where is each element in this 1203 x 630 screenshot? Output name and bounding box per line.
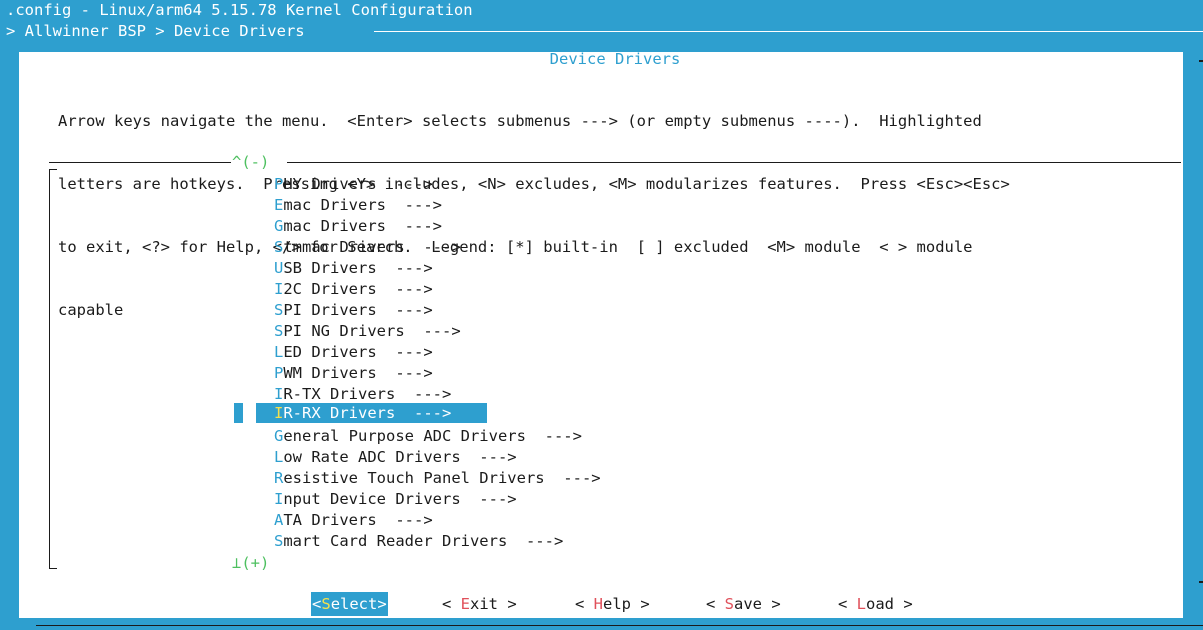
menu-item-hotkey: R	[274, 469, 284, 487]
menu-item-label: mac Drivers --->	[283, 217, 442, 235]
menu-item-stmmac-drivers[interactable]: Stmmac Drivers --->	[274, 237, 461, 258]
menu-item-pwm-drivers[interactable]: PWM Drivers --->	[274, 363, 433, 384]
menu-item-label: SB Drivers --->	[283, 259, 433, 277]
menu-item-label: eneral Purpose ADC Drivers --->	[283, 427, 582, 445]
button-bracket: <	[575, 595, 594, 613]
dialog-edge-mark	[1199, 60, 1203, 62]
menu-item-label: PI Drivers --->	[283, 301, 433, 319]
menu-item-label: nput Device Drivers --->	[283, 490, 517, 508]
menu-item-ir-rx-drivers[interactable]: IR-RX Drivers --->	[274, 403, 451, 424]
button-bracket: <	[312, 595, 322, 613]
menu-item-label: ED Drivers --->	[283, 343, 433, 361]
menu-item-hotkey: I	[274, 280, 284, 298]
scroll-up-indicator: ^(-)	[232, 153, 270, 171]
menu-item-hotkey: L	[274, 343, 284, 361]
save-button[interactable]: < Save >	[706, 592, 781, 616]
menu-item-usb-drivers[interactable]: USB Drivers --->	[274, 258, 433, 279]
menu-item-hotkey: L	[274, 448, 284, 466]
menu-item-low-rate-adc-drivers[interactable]: Low Rate ADC Drivers --->	[274, 447, 517, 468]
menu-item-label: mart Card Reader Drivers --->	[283, 532, 564, 550]
menu-item-label: PI NG Drivers --->	[283, 322, 461, 340]
button-bracket: <	[706, 595, 725, 613]
button-bracket: >	[894, 595, 913, 613]
menu-item-ir-tx-drivers[interactable]: IR-TX Drivers --->	[274, 384, 451, 405]
menu-item-smart-card-reader-drivers[interactable]: Smart Card Reader Drivers --->	[274, 531, 563, 552]
menu-item-hotkey: P	[274, 364, 284, 382]
box-border	[49, 169, 57, 170]
menu-item-label: 2C Drivers --->	[283, 280, 433, 298]
button-label: xit	[470, 595, 499, 613]
menu-item-hotkey: S	[274, 301, 284, 319]
menu-item-ata-drivers[interactable]: ATA Drivers --->	[274, 510, 433, 531]
menu-item-phy-drivers[interactable]: PHY Drivers --->	[274, 174, 433, 195]
menu-item-hotkey: S	[274, 322, 284, 340]
button-bracket: >	[631, 595, 650, 613]
button-hotkey: H	[593, 595, 604, 613]
scroll-down-indicator: ⊥(+)	[232, 554, 270, 572]
menu-item-hotkey: I	[274, 404, 284, 422]
button-hotkey: S	[724, 595, 735, 613]
select-button[interactable]: <Select>	[311, 592, 388, 616]
help-button[interactable]: < Help >	[575, 592, 650, 616]
menu-item-input-device-drivers[interactable]: Input Device Drivers --->	[274, 489, 517, 510]
button-label: ave	[734, 595, 763, 613]
menu-item-label: ow Rate ADC Drivers --->	[283, 448, 517, 466]
box-border	[49, 568, 57, 569]
box-border	[49, 162, 231, 163]
box-border	[49, 169, 50, 569]
load-button[interactable]: < Load >	[838, 592, 913, 616]
button-bracket: >	[498, 595, 517, 613]
menu-item-led-drivers[interactable]: LED Drivers --->	[274, 342, 433, 363]
button-label: oad	[866, 595, 895, 613]
exit-button[interactable]: < Exit >	[442, 592, 517, 616]
menu-item-hotkey: E	[274, 196, 284, 214]
menu-item-label: HY Drivers --->	[283, 175, 433, 193]
menu-item-hotkey: S	[274, 238, 284, 256]
menu-item-i2c-drivers[interactable]: I2C Drivers --->	[274, 279, 433, 300]
menu-item-hotkey: S	[274, 532, 284, 550]
dialog-title: Device Drivers	[549, 50, 681, 68]
button-hotkey: L	[856, 595, 867, 613]
menu-item-gmac-drivers[interactable]: Gmac Drivers --->	[274, 216, 442, 237]
selection-cursor	[234, 403, 243, 423]
menu-item-resistive-touch-panel-drivers[interactable]: Resistive Touch Panel Drivers --->	[274, 468, 601, 489]
menu-list-box: ^(-) ⊥(+)	[47, 153, 1181, 572]
menu-item-spi-drivers[interactable]: SPI Drivers --->	[274, 300, 433, 321]
menu-item-label: TA Drivers --->	[283, 511, 433, 529]
menu-item-spi-ng-drivers[interactable]: SPI NG Drivers --->	[274, 321, 461, 342]
menu-item-label: tmmac Drivers --->	[283, 238, 461, 256]
button-bracket: >	[762, 595, 781, 613]
menu-item-hotkey: G	[274, 217, 284, 235]
selection-cursor-gap	[244, 403, 252, 423]
menu-item-hotkey: I	[274, 385, 284, 403]
breadcrumb-divider	[374, 31, 1203, 32]
dialog-edge-mark	[1199, 581, 1203, 583]
window-title: .config - Linux/arm64 5.15.78 Kernel Con…	[0, 0, 1203, 21]
button-hotkey: E	[460, 595, 471, 613]
menu-item-label: R-RX Drivers --->	[283, 404, 452, 422]
button-bracket: >	[377, 595, 387, 613]
dialog-bottom-border	[36, 625, 1203, 626]
button-bracket: <	[442, 595, 461, 613]
button-bracket: <	[838, 595, 857, 613]
menu-item-label: R-TX Drivers --->	[283, 385, 452, 403]
menu-item-hotkey: A	[274, 511, 284, 529]
help-line: Arrow keys navigate the menu. <Enter> se…	[58, 112, 982, 130]
button-label: elp	[603, 595, 632, 613]
menu-item-general-purpose-adc-drivers[interactable]: General Purpose ADC Drivers --->	[274, 426, 582, 447]
box-border	[287, 162, 1181, 163]
menu-item-label: esistive Touch Panel Drivers --->	[283, 469, 601, 487]
menu-item-hotkey: I	[274, 490, 284, 508]
button-label: elect	[330, 595, 378, 613]
menu-item-hotkey: P	[274, 175, 284, 193]
menu-item-hotkey: U	[274, 259, 284, 277]
menu-item-hotkey: G	[274, 427, 284, 445]
menu-item-label: WM Drivers --->	[283, 364, 433, 382]
button-hotkey: S	[321, 595, 331, 613]
menu-item-label: mac Drivers --->	[283, 196, 442, 214]
menu-item-emac-drivers[interactable]: Emac Drivers --->	[274, 195, 442, 216]
